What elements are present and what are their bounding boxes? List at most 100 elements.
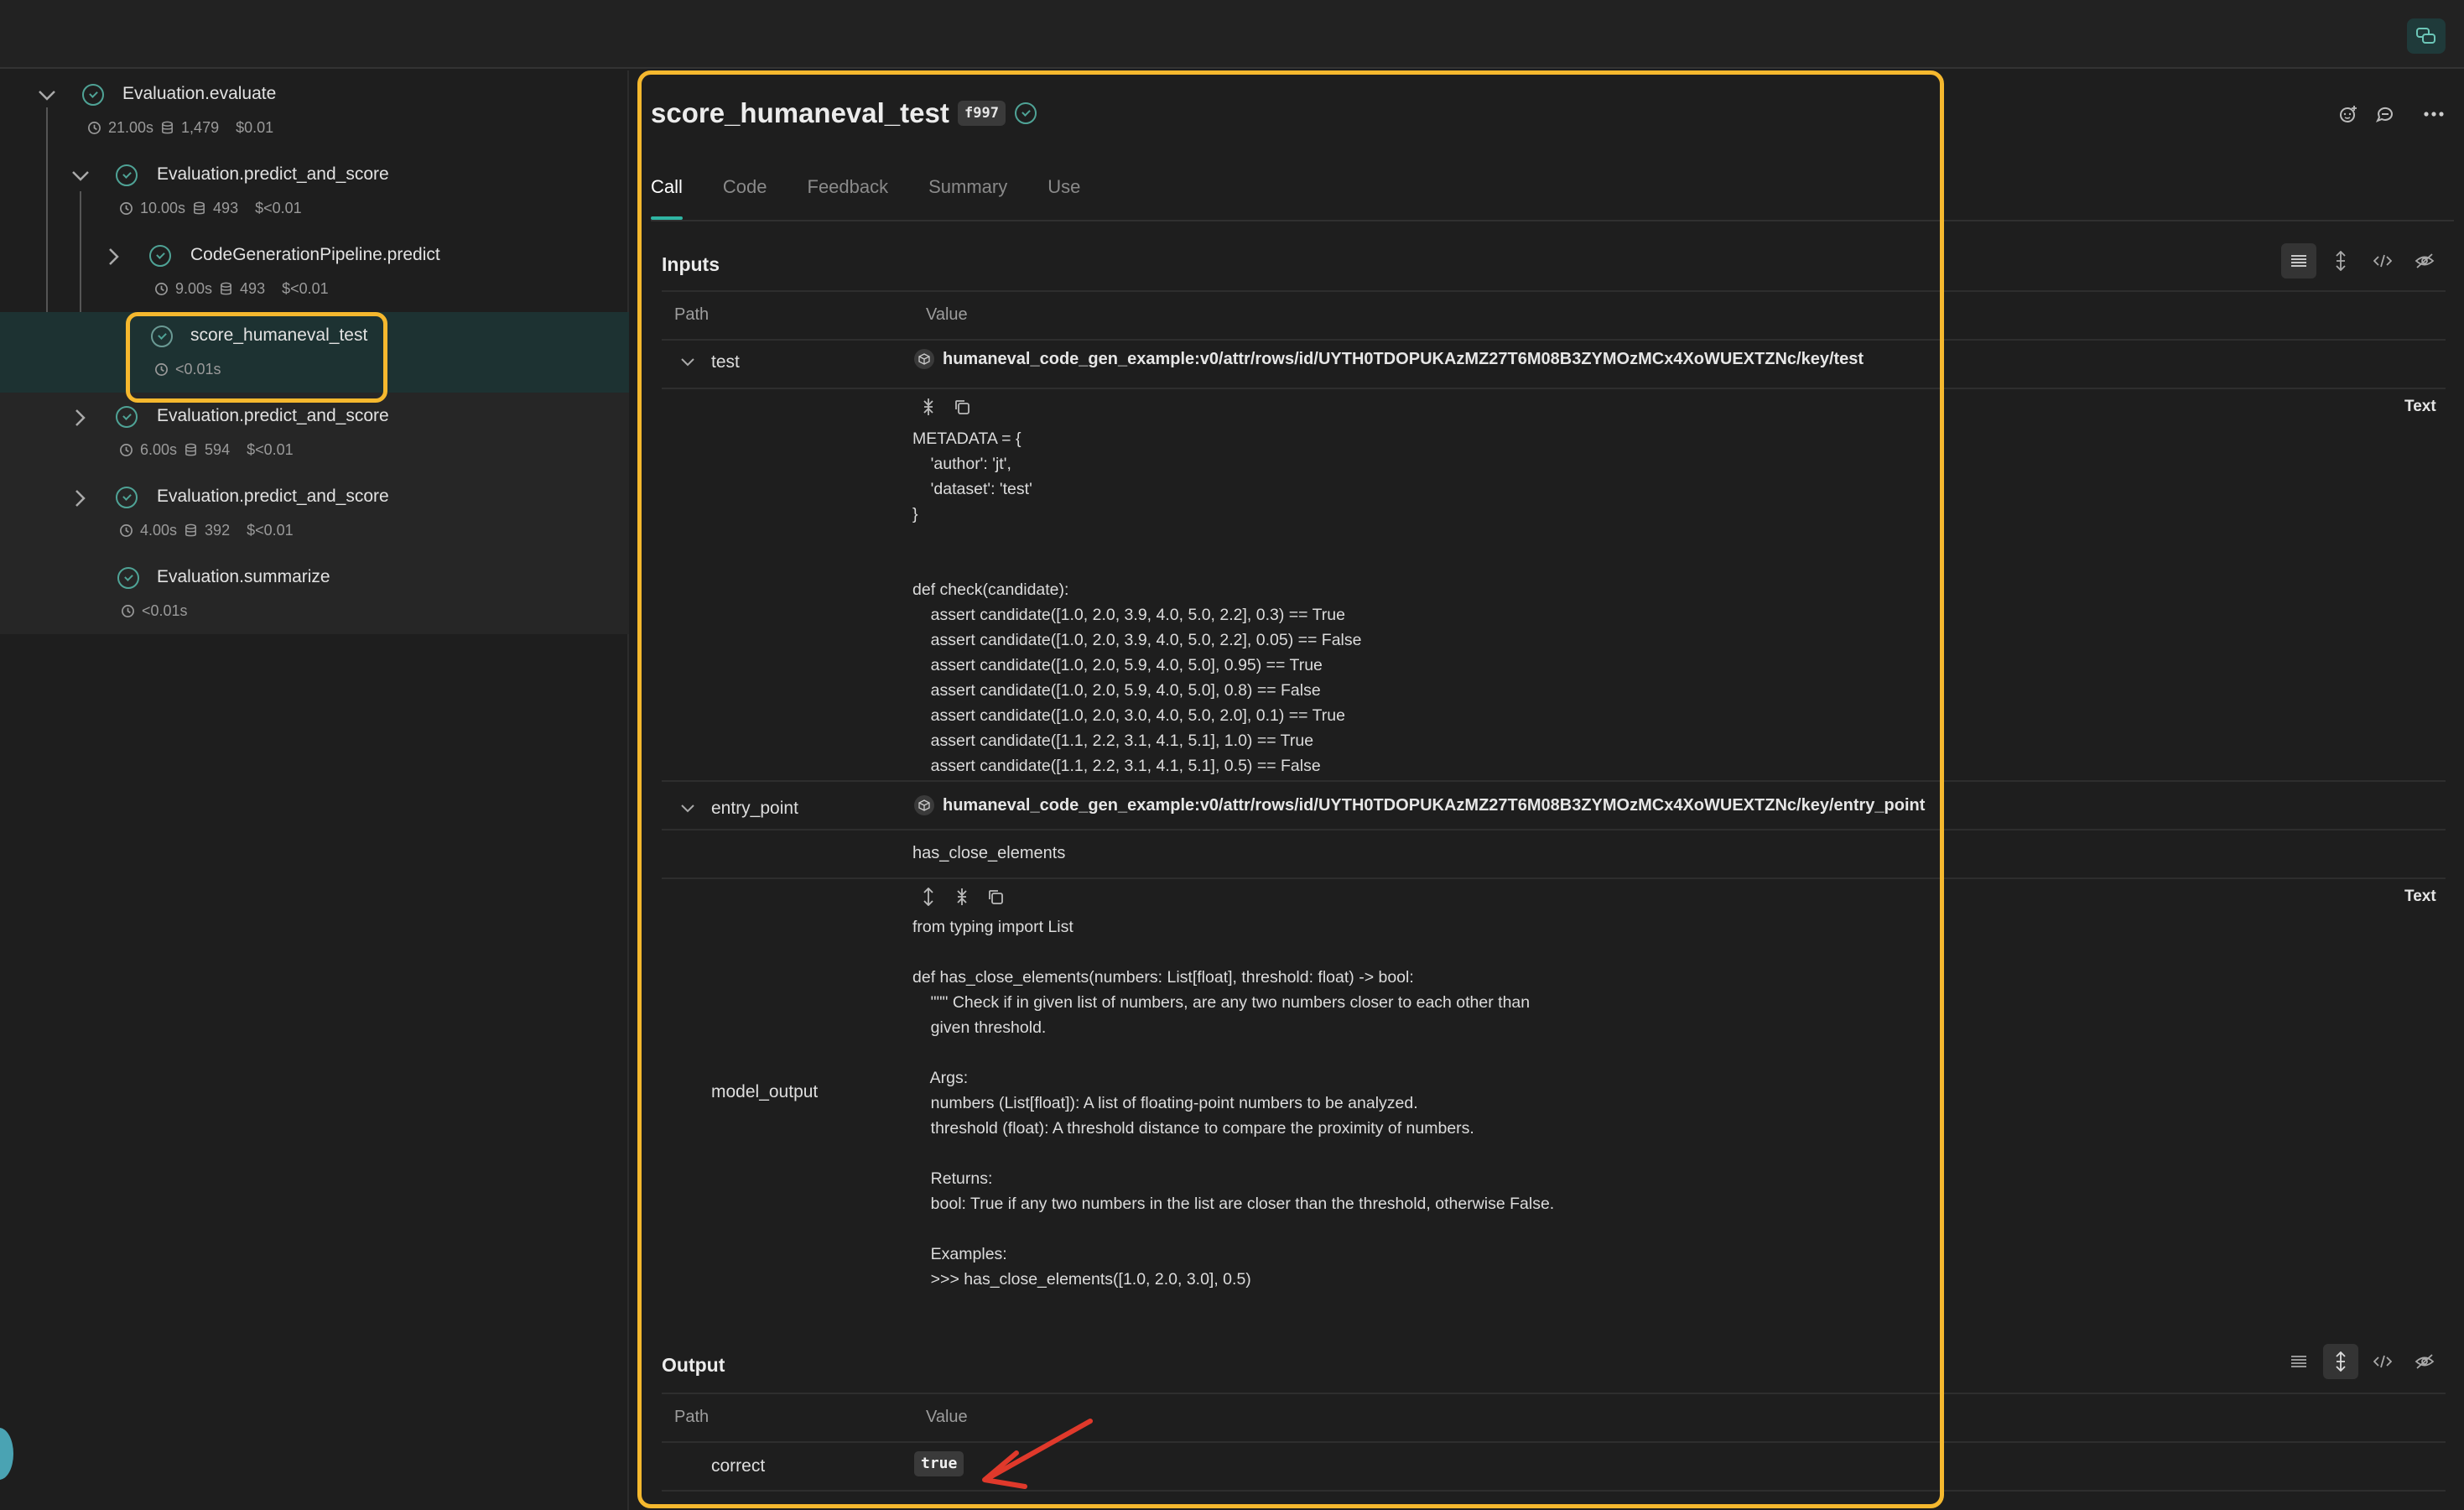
node-name: Evaluation.predict_and_score — [157, 164, 389, 184]
tab-feedback[interactable]: Feedback — [808, 176, 889, 220]
feedback-emoji-icon[interactable] — [2337, 102, 2360, 126]
copy-icon[interactable] — [953, 398, 971, 416]
path-model-output: model_output — [711, 1082, 819, 1101]
node-time: 10.00s — [140, 200, 186, 216]
text-toolbar — [919, 888, 1005, 906]
divider — [662, 829, 2446, 830]
list-view-button[interactable] — [2281, 1344, 2316, 1379]
node-time: 21.00s — [108, 119, 154, 136]
database-icon — [185, 443, 196, 456]
path-entry-point: entry_point — [711, 799, 798, 818]
entry-point-value: has_close_elements — [912, 844, 1066, 862]
database-icon — [221, 282, 231, 295]
node-name: CodeGenerationPipeline.predict — [190, 245, 440, 264]
inputs-view-toolbar — [2281, 243, 2442, 279]
node-cost: $<0.01 — [247, 441, 294, 458]
tab-code[interactable]: Code — [723, 176, 767, 220]
annotation-arrow-icon — [982, 1419, 1093, 1489]
success-check-icon — [116, 164, 138, 186]
more-options-icon[interactable] — [2422, 102, 2446, 126]
trace-node-predict-and-score[interactable]: Evaluation.predict_and_score 6.00s 594 $… — [0, 393, 629, 473]
trace-node-predict-and-score[interactable]: Evaluation.predict_and_score 4.00s 392 $… — [0, 473, 629, 554]
divider — [662, 1490, 2446, 1492]
success-check-icon — [149, 245, 171, 267]
node-meta: 21.00s 1,479 $0.01 — [87, 119, 273, 137]
node-cost: $<0.01 — [247, 522, 294, 539]
chevron-down-icon[interactable] — [35, 84, 59, 107]
tab-call[interactable]: Call — [651, 176, 683, 220]
copy-icon[interactable] — [986, 888, 1005, 906]
col-value: Value — [926, 1408, 968, 1426]
object-ref-entry-point[interactable]: humaneval_code_gen_example:v0/attr/rows/… — [914, 795, 1925, 815]
eye-off-icon — [2415, 1354, 2435, 1369]
chevron-down-icon[interactable] — [676, 351, 699, 374]
node-tokens: 1,479 — [181, 119, 220, 136]
node-time: 4.00s — [140, 522, 178, 539]
hide-button[interactable] — [2407, 1344, 2442, 1379]
clock-icon — [122, 605, 134, 617]
divider — [662, 290, 2446, 292]
node-tokens: 594 — [205, 441, 231, 458]
success-check-icon — [116, 406, 138, 428]
wrap-toggle-icon[interactable] — [953, 888, 971, 906]
format-label[interactable]: Text — [2404, 888, 2436, 906]
divider — [662, 877, 2446, 879]
col-path: Path — [674, 305, 710, 324]
comment-icon[interactable] — [2373, 102, 2397, 126]
model-output-value: from typing import List def has_close_el… — [912, 918, 1555, 1289]
node-tokens: 493 — [213, 200, 239, 216]
divider — [662, 780, 2446, 782]
call-detail-panel: score_humaneval_test f997 Call Code Feed… — [631, 70, 2464, 1510]
tab-summary[interactable]: Summary — [928, 176, 1007, 220]
node-name: Evaluation.evaluate — [122, 84, 277, 103]
node-name: Evaluation.predict_and_score — [157, 406, 389, 425]
clock-icon — [88, 122, 101, 134]
code-view-button[interactable] — [2365, 1344, 2400, 1379]
trace-node-summarize[interactable]: Evaluation.summarize <0.01s — [0, 554, 629, 634]
object-ref-test[interactable]: humaneval_code_gen_example:v0/attr/rows/… — [914, 349, 1864, 369]
wrap-toggle-icon[interactable] — [919, 398, 938, 416]
output-title: Output — [662, 1354, 725, 1376]
trace-node-codegen-predict[interactable]: CodeGenerationPipeline.predict 9.00s 493… — [0, 232, 629, 312]
expand-rows-button[interactable] — [2323, 1344, 2358, 1379]
database-icon — [194, 201, 205, 215]
node-time: <0.01s — [142, 602, 188, 619]
object-cube-icon — [914, 795, 934, 815]
tab-use[interactable]: Use — [1047, 176, 1080, 220]
path-correct: correct — [711, 1456, 766, 1476]
test-code-value: METADATA = { 'author': 'jt', 'dataset': … — [912, 430, 1362, 775]
hide-button[interactable] — [2407, 243, 2442, 279]
code-view-button[interactable] — [2365, 243, 2400, 279]
chevron-down-icon[interactable] — [69, 164, 92, 188]
node-meta: 4.00s 392 $<0.01 — [119, 522, 294, 539]
node-cost: $<0.01 — [282, 280, 329, 297]
chevron-right-icon[interactable] — [102, 245, 126, 268]
node-time: 9.00s — [175, 280, 213, 297]
object-ref-text: humaneval_code_gen_example:v0/attr/rows/… — [943, 795, 1926, 815]
list-view-button[interactable] — [2281, 243, 2316, 279]
node-time: 6.00s — [140, 441, 178, 458]
chat-toggle-button[interactable] — [2407, 18, 2446, 54]
node-meta: 9.00s 493 $<0.01 — [154, 280, 329, 298]
chevron-right-icon[interactable] — [69, 406, 92, 430]
node-name: Evaluation.summarize — [157, 567, 330, 586]
expand-vertical-icon — [2336, 1351, 2346, 1372]
chevron-right-icon[interactable] — [69, 487, 92, 510]
trace-node-evaluate[interactable]: Evaluation.evaluate 21.00s 1,479 $0.01 — [0, 70, 629, 151]
object-cube-icon — [914, 349, 934, 369]
expand-rows-button[interactable] — [2323, 243, 2358, 279]
divider — [662, 339, 2446, 341]
expand-vertical-icon[interactable] — [919, 888, 938, 906]
expand-vertical-icon — [2336, 251, 2346, 271]
database-icon — [162, 121, 173, 134]
text-toolbar — [919, 398, 971, 416]
chevron-down-icon[interactable] — [676, 797, 699, 820]
divider — [662, 1441, 2446, 1443]
list-icon — [2291, 1356, 2306, 1367]
detail-tabs: Call Code Feedback Summary Use — [651, 176, 1080, 220]
trace-node-predict-and-score[interactable]: Evaluation.predict_and_score 10.00s 493 … — [0, 151, 629, 232]
success-check-icon — [1015, 102, 1037, 124]
format-label[interactable]: Text — [2404, 398, 2436, 416]
node-meta: 10.00s 493 $<0.01 — [119, 200, 302, 217]
success-check-icon — [117, 567, 139, 589]
